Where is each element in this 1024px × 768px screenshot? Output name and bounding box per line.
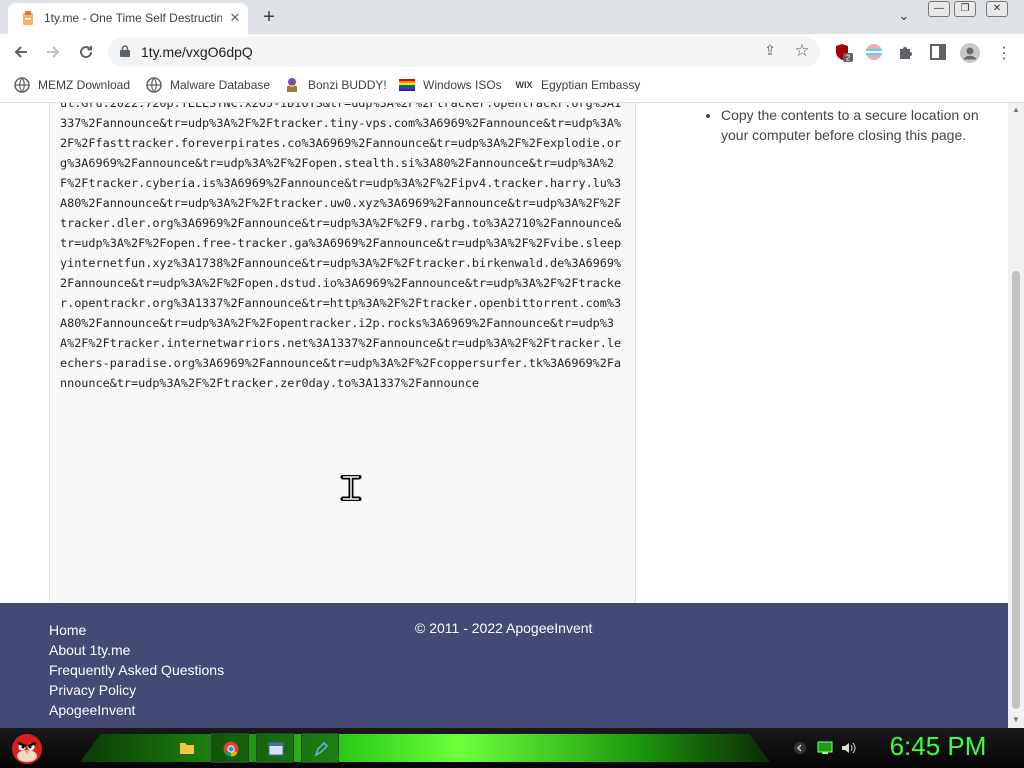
tab-title: 1ty.me - One Time Self Destructing xyxy=(44,11,222,25)
tab-strip: 1ty.me - One Time Self Destructing ✕ + ⌄… xyxy=(0,0,1024,34)
reload-icon xyxy=(80,46,93,59)
scroll-up-arrow-icon[interactable]: ▲ xyxy=(1012,106,1020,114)
pen-icon xyxy=(314,741,329,757)
bookmark-star-icon[interactable]: ☆ xyxy=(792,41,812,61)
bookmark-egyptian-embassy[interactable]: WIX Egyptian Embassy xyxy=(515,77,641,95)
globe-icon xyxy=(14,77,30,93)
forward-button[interactable] xyxy=(40,39,66,65)
back-arrow-icon xyxy=(14,46,27,58)
angry-bird-start-button[interactable] xyxy=(8,728,46,766)
browser-tab[interactable]: 1ty.me - One Time Self Destructing ✕ xyxy=(8,3,248,34)
lock-icon xyxy=(120,45,130,57)
bonzi-icon xyxy=(287,78,297,92)
text-cursor-icon xyxy=(340,475,362,501)
flag-circle-icon xyxy=(866,44,882,60)
footer-link-faq[interactable]: Frequently Asked Questions xyxy=(49,660,224,680)
taskbar-chrome[interactable] xyxy=(211,733,249,763)
forward-arrow-icon xyxy=(47,46,60,58)
taskbar-pen-app[interactable] xyxy=(301,733,339,763)
taskbar: 6:45 PM xyxy=(0,728,1024,768)
copyright-text: © 2011 - 2022 ApogeeInvent xyxy=(415,620,593,636)
scroll-thumb[interactable] xyxy=(1012,271,1020,709)
instruction-item: Copy the contents to a secure location o… xyxy=(721,105,991,145)
scroll-down-arrow-icon[interactable]: ▼ xyxy=(1012,716,1020,724)
minimize-button[interactable]: — xyxy=(928,1,950,17)
bookmarks-bar: MEMZ Download Malware Database Bonzi BUD… xyxy=(0,70,1024,103)
rainbow-flag-icon xyxy=(399,79,415,91)
chrome-icon xyxy=(223,741,239,757)
extensions-puzzle-icon[interactable] xyxy=(897,43,917,63)
bookmark-windows-isos[interactable]: Windows ISOs xyxy=(399,77,502,95)
tray-chevron-icon[interactable] xyxy=(792,741,808,755)
1ty-favicon-icon xyxy=(23,11,33,25)
address-bar[interactable]: 1ty.me/vxgO6dpQ ⇪ ☆ xyxy=(108,37,820,67)
tab-search-button[interactable]: ⌄ xyxy=(894,8,914,26)
profile-icon xyxy=(960,43,980,63)
tab-close-icon[interactable]: ✕ xyxy=(226,9,244,27)
profile-avatar[interactable] xyxy=(960,43,980,63)
footer-link-about[interactable]: About 1ty.me xyxy=(49,640,224,660)
volume-icon[interactable] xyxy=(841,741,857,755)
network-icon[interactable] xyxy=(817,741,833,755)
bookmark-malware-database[interactable]: Malware Database xyxy=(146,77,270,95)
footer-link-apogeeinvent[interactable]: ApogeeInvent xyxy=(49,700,224,720)
maximize-button[interactable]: ❐ xyxy=(954,1,976,17)
note-content[interactable]: ut.Gru.2022.720p.TELESYNC.x265-iDiOTS&tr… xyxy=(60,103,626,393)
note-textarea[interactable]: ut.Gru.2022.720p.TELESYNC.x265-iDiOTS&tr… xyxy=(49,103,636,648)
side-panel-icon[interactable] xyxy=(929,43,949,63)
url-text[interactable]: 1ty.me/vxgO6dpQ xyxy=(141,44,253,60)
extension-badge: 2 xyxy=(846,54,851,63)
instructions-list: Copy the contents to a secure location o… xyxy=(703,105,991,145)
page-scrollbar[interactable]: ▲ ▼ xyxy=(1008,103,1024,728)
ublock-extension-icon[interactable]: 2 xyxy=(834,43,854,63)
bookmark-bonzi-buddy[interactable]: Bonzi BUDDY! xyxy=(284,77,387,95)
globe-icon xyxy=(146,77,162,93)
taskbar-window-app[interactable] xyxy=(256,733,294,763)
pride-extension-icon[interactable] xyxy=(865,43,885,63)
footer-link-home[interactable]: Home xyxy=(49,620,224,640)
taskbar-file-explorer[interactable] xyxy=(168,733,206,763)
footer-link-privacy[interactable]: Privacy Policy xyxy=(49,680,224,700)
page-viewport: ut.Gru.2022.720p.TELESYNC.x265-iDiOTS&tr… xyxy=(0,103,1008,728)
window-app-icon xyxy=(268,742,284,756)
site-footer: Home About 1ty.me Frequently Asked Quest… xyxy=(0,603,1008,728)
bookmark-memz-download[interactable]: MEMZ Download xyxy=(14,77,130,95)
close-window-button[interactable]: ✕ xyxy=(986,1,1008,17)
footer-links: Home About 1ty.me Frequently Asked Quest… xyxy=(49,620,224,720)
menu-kebab-icon[interactable]: ⋮ xyxy=(994,43,1014,63)
wix-icon: WIX xyxy=(515,80,533,90)
shield-icon: 2 xyxy=(836,44,853,63)
back-button[interactable] xyxy=(8,39,34,65)
share-icon[interactable]: ⇪ xyxy=(760,42,780,62)
taskbar-clock[interactable]: 6:45 PM xyxy=(878,731,998,762)
folder-icon xyxy=(180,743,194,754)
browser-toolbar: 1ty.me/vxgO6dpQ ⇪ ☆ 2 ⋮ xyxy=(0,34,1024,70)
new-tab-button[interactable]: + xyxy=(258,6,280,28)
reload-button[interactable] xyxy=(73,39,99,65)
